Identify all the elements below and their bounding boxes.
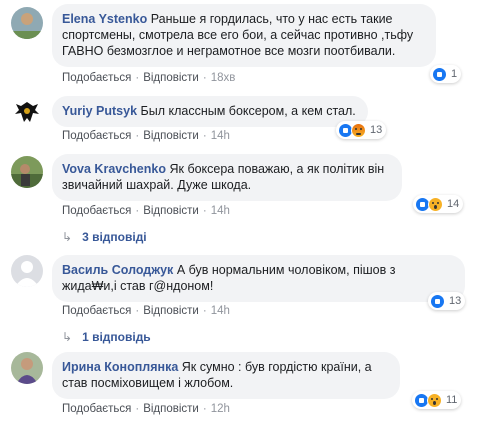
like-icon — [430, 293, 445, 309]
comment-actions: Подобається · Відповісти · 14h — [62, 130, 230, 142]
comment-actions: Подобається · Відповісти · 14h — [62, 305, 230, 317]
like-link[interactable]: Подобається — [62, 72, 131, 84]
reaction-summary[interactable]: 1 — [430, 65, 462, 83]
reply-arrow-icon: ↳ — [62, 230, 73, 244]
wow-icon — [428, 196, 443, 212]
reply-link[interactable]: Відповісти — [143, 403, 199, 415]
avatar[interactable] — [11, 352, 43, 384]
reply-link[interactable]: Відповісти — [143, 305, 199, 317]
reaction-summary[interactable]: 11 — [412, 391, 462, 409]
commenter-name[interactable]: Василь Солоджук — [62, 263, 173, 277]
like-link[interactable]: Подобається — [62, 305, 131, 317]
timestamp[interactable]: 14h — [211, 130, 230, 142]
reaction-count: 13 — [449, 295, 462, 307]
comment-actions: Подобається · Відповісти · 18хв — [62, 72, 236, 84]
reaction-summary[interactable]: 13 — [428, 292, 466, 310]
comment-bubble: Василь Солоджук А був нормальним чоловік… — [52, 255, 465, 302]
timestamp[interactable]: 18хв — [211, 72, 236, 84]
reply-link[interactable]: Відповісти — [143, 130, 199, 142]
comment-bubble: Yuriy Putsyk Был классным боксером, а ке… — [52, 96, 368, 127]
reaction-count: 1 — [451, 68, 458, 80]
avatar[interactable] — [11, 96, 43, 128]
avatar[interactable] — [11, 156, 43, 188]
timestamp[interactable]: 12h — [211, 403, 230, 415]
comment-bubble: Ирина Коноплянка Як сумно : був гордістю… — [52, 352, 400, 399]
reaction-count: 14 — [447, 198, 460, 210]
like-link[interactable]: Подобається — [62, 205, 131, 217]
reaction-count: 11 — [446, 394, 458, 406]
reaction-summary[interactable]: 14 — [413, 195, 464, 213]
view-replies-link[interactable]: ↳ 1 відповідь — [62, 330, 151, 344]
angry-icon — [351, 122, 366, 138]
comment-text: Был классным боксером, а кем стал. — [140, 104, 356, 118]
like-link[interactable]: Подобається — [62, 130, 131, 142]
commenter-name[interactable]: Vova Kravchenko — [62, 162, 166, 176]
replies-count[interactable]: 1 відповідь — [82, 330, 151, 344]
view-replies-link[interactable]: ↳ 3 відповіді — [62, 230, 147, 244]
reaction-summary[interactable]: 13 — [336, 121, 387, 139]
reaction-count: 13 — [370, 124, 383, 136]
like-link[interactable]: Подобається — [62, 403, 131, 415]
like-icon — [432, 66, 447, 82]
commenter-name[interactable]: Elena Ystenko — [62, 12, 147, 26]
commenter-name[interactable]: Yuriy Putsyk — [62, 104, 137, 118]
comment-actions: Подобається · Відповісти · 12h — [62, 403, 230, 415]
reply-link[interactable]: Відповісти — [143, 205, 199, 217]
comment-actions: Подобається · Відповісти · 14h — [62, 205, 230, 217]
avatar[interactable] — [11, 7, 43, 39]
commenter-name[interactable]: Ирина Коноплянка — [62, 360, 178, 374]
replies-count[interactable]: 3 відповіді — [82, 230, 147, 244]
wow-icon — [427, 392, 442, 408]
avatar[interactable] — [11, 255, 43, 287]
reply-arrow-icon: ↳ — [62, 330, 73, 344]
timestamp[interactable]: 14h — [211, 205, 230, 217]
comment-bubble: Vova Kravchenko Як боксера поважаю, а як… — [52, 154, 402, 201]
timestamp[interactable]: 14h — [211, 305, 230, 317]
comment-bubble: Elena Ystenko Раньше я гордилась, что у … — [52, 4, 436, 67]
reply-link[interactable]: Відповісти — [143, 72, 199, 84]
